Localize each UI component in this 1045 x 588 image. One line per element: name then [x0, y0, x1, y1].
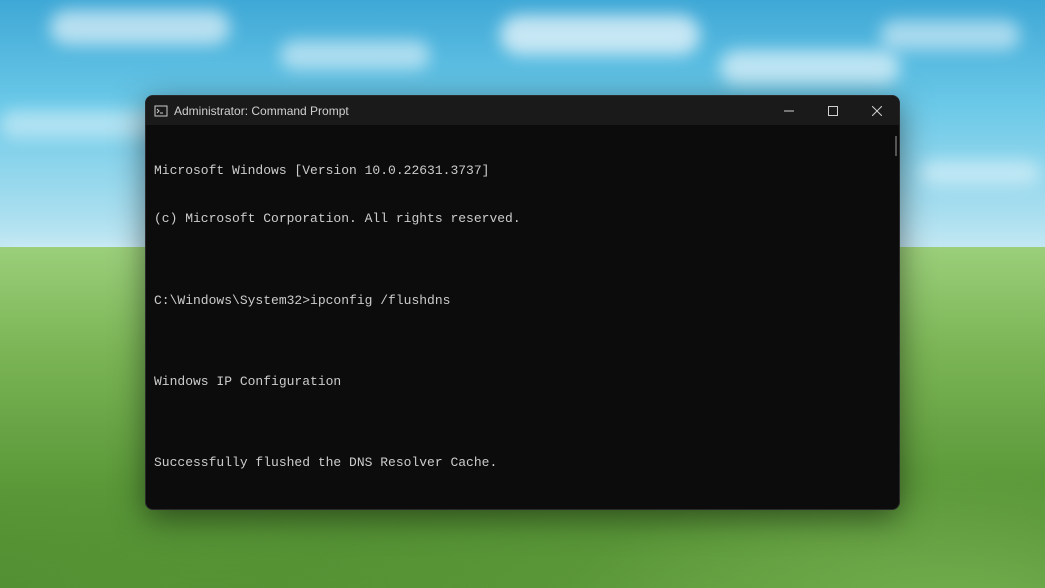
cloud-decoration [500, 15, 700, 55]
terminal-command-line: C:\Windows\System32>ipconfig /flushdns [154, 293, 891, 309]
cloud-decoration [880, 20, 1020, 50]
terminal-line: Microsoft Windows [Version 10.0.22631.37… [154, 163, 891, 179]
cloud-decoration [280, 40, 430, 70]
cloud-decoration [720, 50, 900, 85]
terminal-line: (c) Microsoft Corporation. All rights re… [154, 211, 891, 227]
window-controls [767, 96, 899, 125]
cloud-decoration [920, 160, 1040, 185]
title-bar-left: Administrator: Command Prompt [154, 104, 349, 118]
terminal-output-area[interactable]: Microsoft Windows [Version 10.0.22631.37… [146, 126, 899, 509]
close-button[interactable] [855, 96, 899, 125]
minimize-button[interactable] [767, 96, 811, 125]
scrollbar-thumb[interactable] [895, 136, 897, 156]
maximize-button[interactable] [811, 96, 855, 125]
command-prompt-window: Administrator: Command Prompt Micro [145, 95, 900, 510]
cloud-decoration [0, 110, 160, 138]
terminal-output-header: Windows IP Configuration [154, 374, 891, 390]
window-title: Administrator: Command Prompt [174, 104, 349, 118]
terminal-output-result: Successfully flushed the DNS Resolver Ca… [154, 455, 891, 471]
cmd-icon [154, 104, 168, 118]
cloud-decoration [50, 10, 230, 45]
title-bar[interactable]: Administrator: Command Prompt [146, 96, 899, 126]
